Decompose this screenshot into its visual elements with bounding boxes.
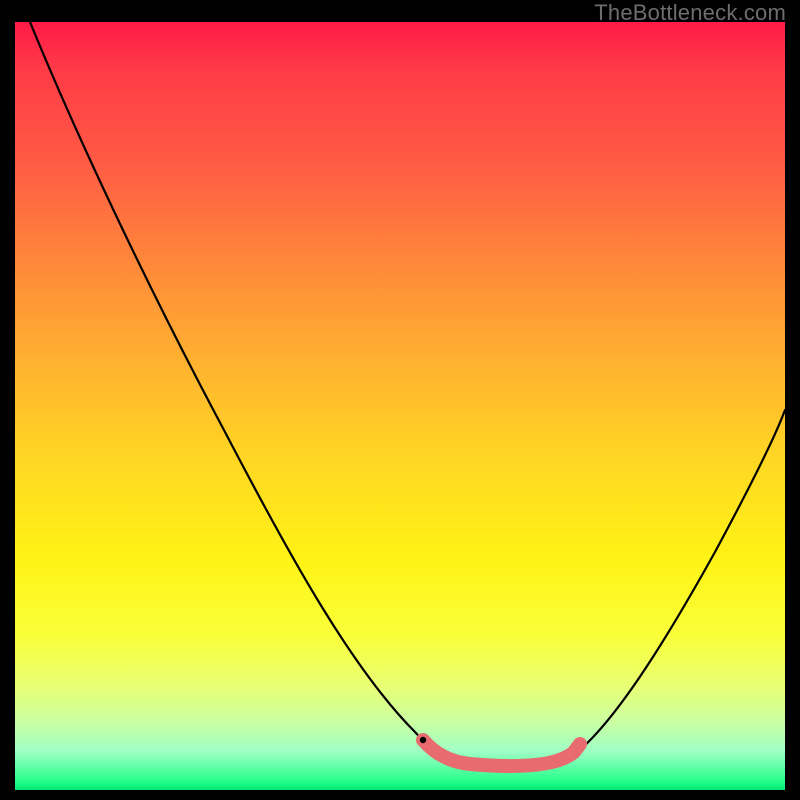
- plot-area: [15, 22, 785, 790]
- bottleneck-curve: [30, 22, 785, 766]
- optimal-band-highlight: [423, 740, 580, 766]
- curve-svg: [15, 22, 785, 790]
- cusp-dot: [420, 737, 426, 743]
- watermark-text: TheBottleneck.com: [594, 0, 786, 26]
- chart-frame: TheBottleneck.com: [0, 0, 800, 800]
